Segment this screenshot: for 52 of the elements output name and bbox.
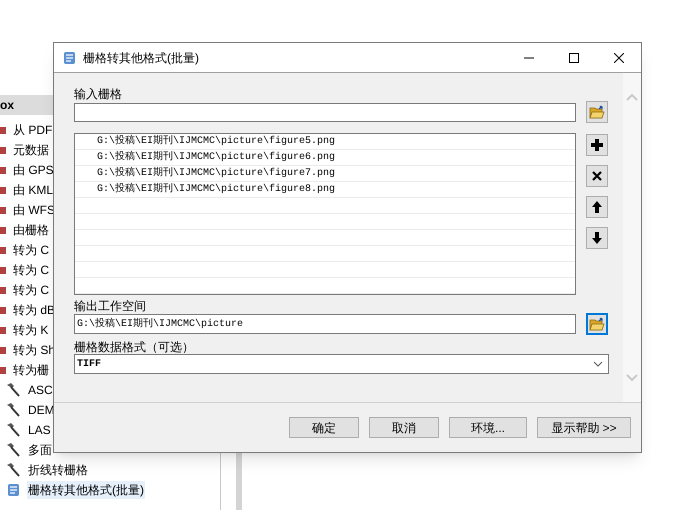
x-icon bbox=[590, 169, 604, 183]
tree-item[interactable]: LAS bbox=[27, 421, 52, 439]
close-icon bbox=[614, 52, 624, 62]
file-list[interactable]: G:\投稿\EI期刊\IJMCMC\picture\figure5.png G:\投稿\EI期刊\IJMCMC\picture\figure6.png G:\投稿\EI期刊\IJMCMC\picture\figure7.png G:\投稿\EI期刊\IJMCMC\picture\figure8.png bbox=[74, 133, 576, 295]
tree-item[interactable]: 转为栅 bbox=[12, 361, 50, 379]
hammer-icon bbox=[5, 402, 21, 418]
tree-item[interactable]: 由 KML bbox=[12, 181, 54, 199]
hammer-icon bbox=[5, 422, 21, 438]
arrow-up-icon bbox=[590, 200, 604, 214]
script-icon bbox=[5, 482, 21, 498]
hammer-icon bbox=[5, 462, 21, 478]
tree-item[interactable]: 转为 C bbox=[12, 241, 50, 259]
move-down-button[interactable] bbox=[586, 227, 608, 249]
format-dropdown[interactable]: TIFF bbox=[74, 354, 609, 374]
dialog-button[interactable]: 环境... bbox=[449, 417, 527, 438]
script-icon bbox=[61, 50, 77, 66]
arrow-down-icon bbox=[590, 231, 604, 245]
list-item[interactable]: G:\投稿\EI期刊\IJMCMC\picture\figure6.png bbox=[97, 150, 336, 165]
move-up-button[interactable] bbox=[586, 196, 608, 218]
folder-icon bbox=[589, 317, 605, 331]
list-item[interactable]: G:\投稿\EI期刊\IJMCMC\picture\figure7.png bbox=[97, 166, 336, 181]
field-label: 输出工作空间 bbox=[74, 299, 147, 313]
tree-item[interactable]: ASC bbox=[27, 381, 54, 399]
hammer-icon bbox=[5, 382, 21, 398]
tree-item[interactable]: 转为 C bbox=[12, 261, 50, 279]
dialog-button[interactable]: 显示帮助 >> bbox=[537, 417, 631, 438]
chevron-down-icon bbox=[593, 361, 603, 367]
tree-item[interactable]: 折线转栅格 bbox=[27, 461, 89, 479]
dialog-button[interactable]: 确定 bbox=[289, 417, 359, 438]
tree-item[interactable]: 由 GPS bbox=[12, 161, 55, 179]
hammer-icon bbox=[5, 442, 21, 458]
tree-item[interactable]: 多面 bbox=[27, 441, 53, 459]
tree-item[interactable]: 从 PDF bbox=[12, 121, 54, 139]
remove-button[interactable] bbox=[586, 165, 608, 187]
list-item[interactable]: G:\投稿\EI期刊\IJMCMC\picture\figure5.png bbox=[97, 134, 336, 149]
add-button[interactable] bbox=[586, 134, 608, 156]
field-label: 栅格数据格式（可选） bbox=[74, 340, 195, 354]
input-field[interactable]: G:\投稿\EI期刊\IJMCMC\picture bbox=[74, 314, 576, 334]
tree-item[interactable]: 栅格转其他格式(批量) bbox=[27, 481, 145, 499]
tree-item[interactable]: 元数据 bbox=[12, 141, 50, 159]
tree-item[interactable]: 由栅格 bbox=[12, 221, 50, 239]
folder-icon bbox=[589, 105, 605, 119]
plus-icon bbox=[590, 138, 604, 152]
browse-button[interactable] bbox=[586, 101, 608, 123]
tree-item[interactable]: 转为 C bbox=[12, 281, 50, 299]
maximize-icon bbox=[568, 52, 578, 62]
window-title: 栅格转其他格式(批量) bbox=[83, 50, 199, 66]
browse-button[interactable] bbox=[586, 313, 608, 335]
tree-item[interactable]: 转为 K bbox=[12, 321, 50, 339]
list-item[interactable]: G:\投稿\EI期刊\IJMCMC\picture\figure8.png bbox=[97, 182, 336, 197]
input-field[interactable] bbox=[74, 102, 576, 122]
dialog-button[interactable]: 取消 bbox=[369, 417, 439, 438]
